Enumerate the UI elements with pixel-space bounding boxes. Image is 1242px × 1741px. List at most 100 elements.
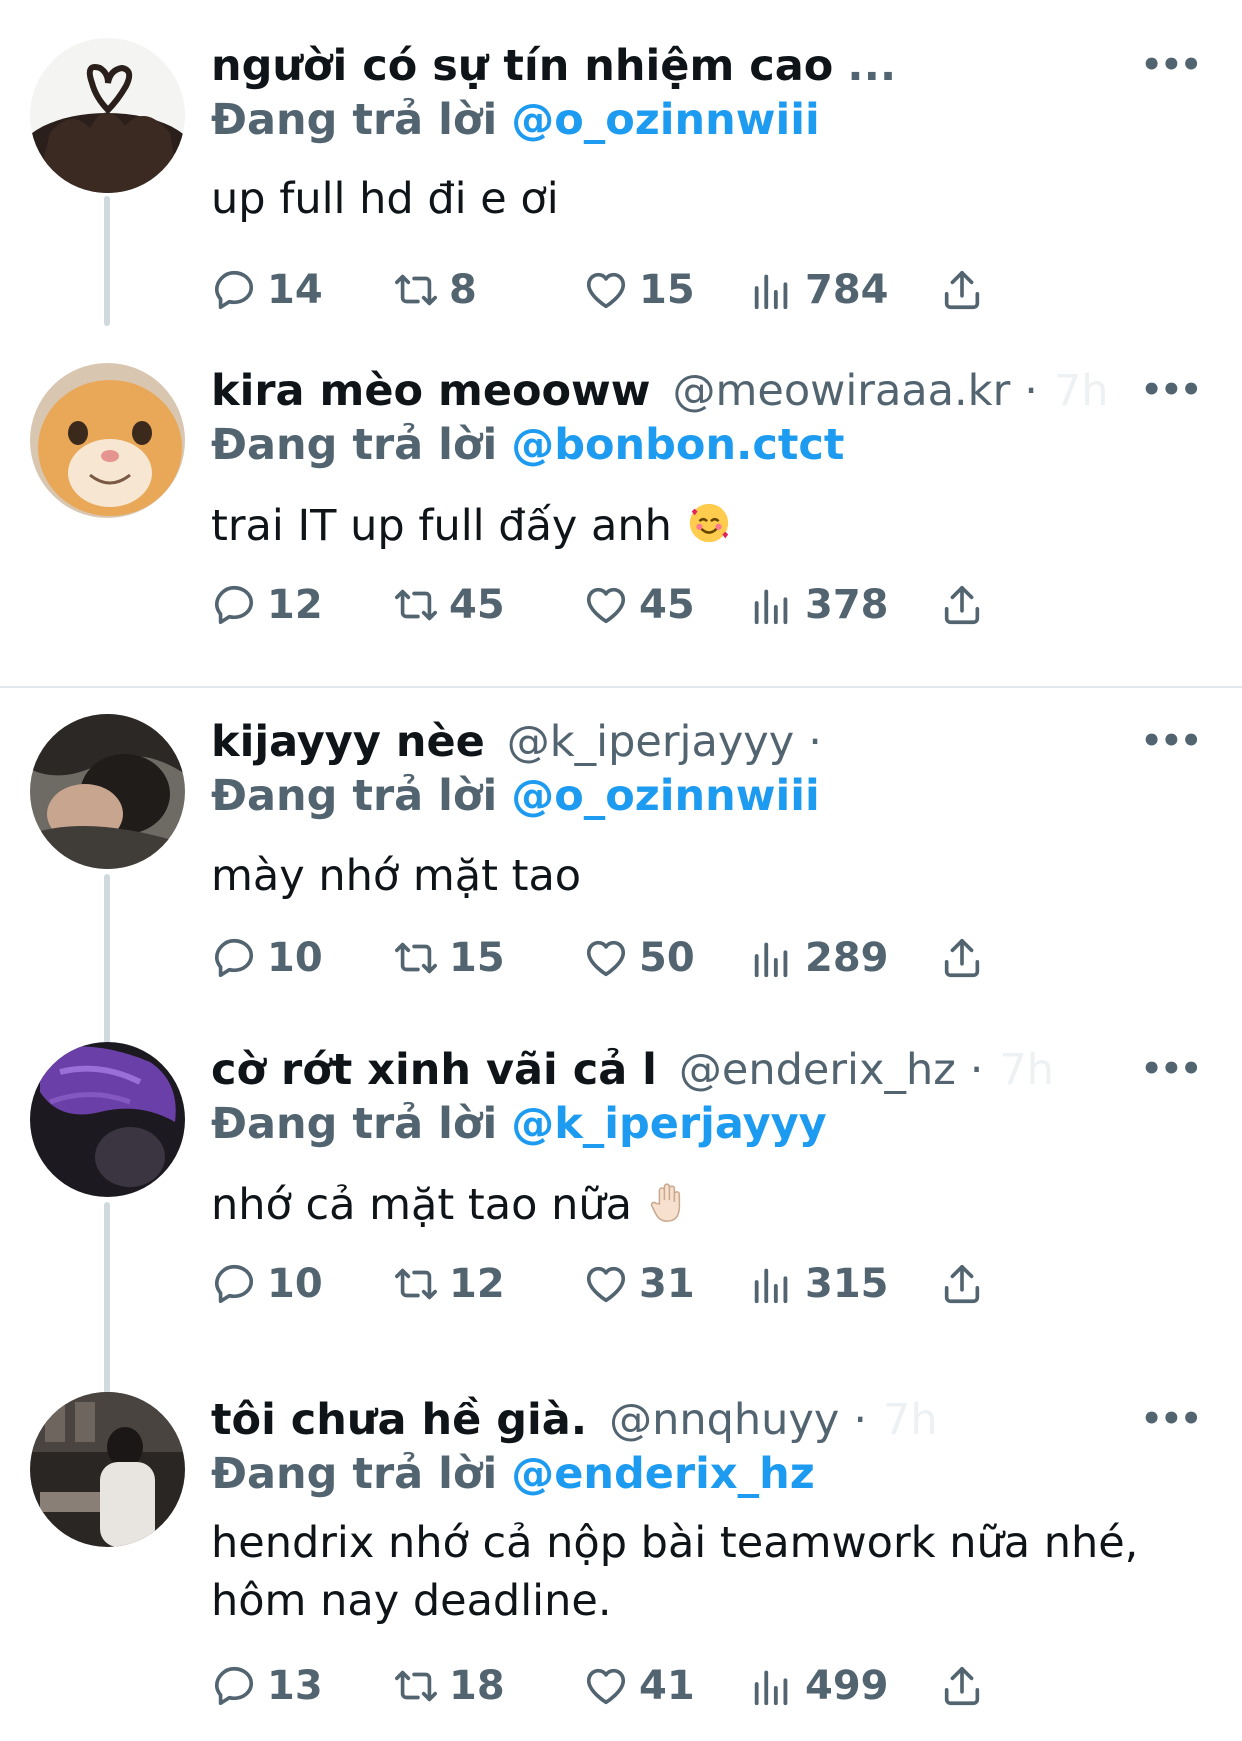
retweet-button[interactable]: 12: [393, 1254, 505, 1314]
views-button[interactable]: 378: [749, 575, 889, 635]
avatar[interactable]: [30, 1042, 185, 1197]
tweet-actions: 10 15 50 289: [211, 928, 1091, 988]
avatar[interactable]: [30, 363, 185, 518]
retweet-count: 12: [449, 1261, 505, 1307]
more-options-icon[interactable]: •••: [1141, 1052, 1202, 1086]
separator-dot: ·: [969, 1045, 984, 1095]
more-options-icon[interactable]: •••: [1141, 48, 1202, 82]
user-handle[interactable]: @meowiraaa.kr: [673, 363, 1011, 419]
like-button[interactable]: 15: [583, 260, 695, 320]
views-button[interactable]: 315: [749, 1254, 889, 1314]
replying-to: Đang trả lời @o_ozinnwiii: [211, 92, 820, 148]
share-icon: [944, 938, 980, 978]
mention-link[interactable]: @o_ozinnwiii: [511, 771, 820, 821]
reply-count: 13: [267, 1663, 323, 1709]
tweet[interactable]: tôi chưa hề già. @nnqhuyy · 7h ••• Đang …: [0, 1384, 1242, 1741]
heart-icon: [586, 1668, 626, 1705]
reply-count: 12: [267, 582, 323, 628]
reply-button[interactable]: 13: [211, 1656, 323, 1716]
mention-link[interactable]: @o_ozinnwiii: [511, 95, 820, 145]
avatar[interactable]: [30, 1392, 185, 1547]
tweet[interactable]: kira mèo meooww @meowiraaa.kr · 7h ••• Đ…: [0, 320, 1242, 686]
like-button[interactable]: 31: [583, 1254, 695, 1314]
timestamp[interactable]: 7h: [999, 1042, 1054, 1098]
tweet-text: nhớ cả mặt tao nữa: [211, 1176, 1202, 1234]
mention-link[interactable]: @bonbon.ctct: [511, 420, 844, 470]
timestamp[interactable]: 7h: [883, 1392, 938, 1448]
like-button[interactable]: 41: [583, 1656, 695, 1716]
share-button[interactable]: [939, 1254, 995, 1314]
tweet-text-body: nhớ cả mặt tao nữa: [211, 1180, 632, 1230]
views-button[interactable]: 499: [749, 1656, 889, 1716]
replying-to: Đang trả lời @bonbon.ctct: [211, 417, 844, 473]
heart-icon: [586, 587, 626, 624]
reply-button[interactable]: 10: [211, 1254, 323, 1314]
tweet[interactable]: người có sự tín nhiệm cao ... ••• Đang t…: [0, 0, 1242, 326]
tweet-text-line: hôm nay deadline.: [211, 1576, 612, 1626]
reply-button[interactable]: 14: [211, 260, 323, 320]
retweet-button[interactable]: 45: [393, 575, 505, 635]
display-name[interactable]: kira mèo meooww: [211, 363, 651, 419]
tweet-text: hendrix nhớ cả nộp bài teamwork nữa nhé,…: [211, 1514, 1202, 1630]
tweet-text: up full hd đi e ơi: [211, 174, 559, 224]
like-button[interactable]: 45: [583, 575, 695, 635]
avatar-image: [30, 38, 185, 193]
share-icon: [944, 270, 980, 310]
heart-icon: [586, 940, 626, 977]
more-options-icon[interactable]: •••: [1141, 724, 1202, 758]
retweet-count: 18: [449, 1663, 505, 1709]
tweet-header: người có sự tín nhiệm cao ...: [211, 38, 1172, 94]
reply-count: 10: [267, 935, 323, 981]
share-button[interactable]: [939, 260, 995, 320]
retweet-button[interactable]: 18: [393, 1656, 505, 1716]
views-button[interactable]: 784: [749, 260, 889, 320]
display-name[interactable]: kijayyy nèe: [211, 714, 485, 770]
views-icon: [754, 1268, 788, 1304]
reply-count: 10: [267, 1261, 323, 1307]
more-options-icon[interactable]: •••: [1141, 373, 1202, 407]
separator-dot: ·: [853, 1395, 867, 1445]
share-icon: [944, 1666, 980, 1706]
heart-icon: [586, 272, 626, 309]
replying-to-label: Đang trả lời: [211, 1449, 498, 1499]
share-button[interactable]: [939, 928, 995, 988]
mention-link[interactable]: @enderix_hz: [511, 1449, 815, 1499]
user-handle[interactable]: @nnqhuyy: [609, 1392, 839, 1448]
share-button[interactable]: [939, 575, 995, 635]
more-options-icon[interactable]: •••: [1141, 1402, 1202, 1436]
replying-to: Đang trả lời @enderix_hz: [211, 1446, 815, 1502]
display-name[interactable]: người có sự tín nhiệm cao: [211, 38, 833, 94]
reply-button[interactable]: 12: [211, 575, 323, 635]
tweet-actions: 10 12 31 315: [211, 1254, 1091, 1314]
avatar-image: [30, 1042, 185, 1197]
user-handle[interactable]: @k_iperjayyy: [507, 714, 794, 770]
retweet-icon: [395, 1268, 437, 1300]
heart-icon: [586, 1266, 626, 1303]
display-name[interactable]: cờ rớt xinh vãi cả l: [211, 1042, 657, 1098]
views-count: 784: [805, 267, 889, 313]
retweet-button[interactable]: 8: [393, 260, 477, 320]
avatar-image: [30, 363, 185, 518]
reply-button[interactable]: 10: [211, 928, 323, 988]
share-button[interactable]: [939, 1656, 995, 1716]
raised-hand-icon: [650, 1183, 681, 1222]
avatar[interactable]: [30, 714, 185, 869]
avatar-image: [30, 714, 185, 869]
tweet-actions: 12 45 45 378: [211, 575, 1091, 635]
tweet-actions: 13 18 41 499: [211, 1656, 1091, 1716]
like-button[interactable]: 50: [583, 928, 695, 988]
tweet[interactable]: cờ rớt xinh vãi cả l @enderix_hz · 7h ••…: [0, 1036, 1242, 1394]
views-icon: [754, 274, 788, 310]
avatar[interactable]: [30, 38, 185, 193]
display-name[interactable]: tôi chưa hề già.: [211, 1392, 587, 1448]
tweet[interactable]: kijayyy nèe @k_iperjayyy · ••• Đang trả …: [0, 688, 1242, 1046]
separator-dot: ·: [1024, 366, 1038, 416]
tweet-text: trai IT up full đấy anh: [211, 497, 1202, 555]
user-handle[interactable]: @enderix_hz: [679, 1042, 956, 1098]
views-count: 315: [805, 1261, 889, 1307]
views-button[interactable]: 289: [749, 928, 889, 988]
reply-icon: [214, 1666, 254, 1706]
timestamp[interactable]: 7h: [1054, 363, 1109, 419]
retweet-button[interactable]: 15: [393, 928, 505, 988]
mention-link[interactable]: @k_iperjayyy: [511, 1099, 827, 1149]
